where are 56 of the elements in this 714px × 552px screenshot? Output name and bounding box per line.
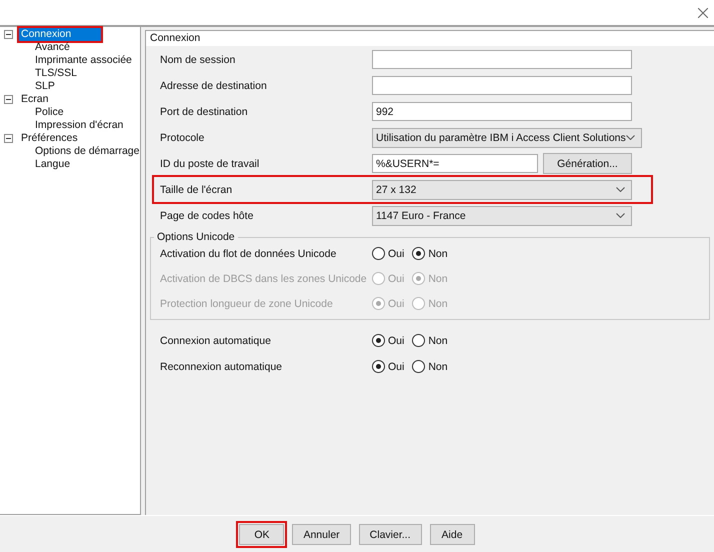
tree-item[interactable]: Connexion bbox=[17, 26, 104, 43]
collapse-icon[interactable] bbox=[4, 134, 13, 143]
field-label: Page de codes hôte bbox=[160, 210, 254, 222]
tree-item[interactable]: Imprimante associée bbox=[0, 54, 140, 67]
field-label: Activation de DBCS dans les zones Unicode bbox=[160, 272, 368, 284]
input-field[interactable] bbox=[372, 76, 632, 95]
field-label: Reconnexion automatique bbox=[160, 360, 284, 372]
collapse-icon[interactable] bbox=[4, 95, 13, 104]
chevron-icon bbox=[616, 213, 625, 218]
field-label: Connexion automatique bbox=[160, 334, 272, 346]
dialog-button[interactable]: Annuler bbox=[292, 524, 351, 545]
chevron-icon bbox=[616, 187, 625, 192]
tree-item[interactable]: Ecran bbox=[17, 91, 52, 108]
collapse-icon[interactable] bbox=[4, 30, 13, 39]
tree-item[interactable]: SLP bbox=[0, 80, 140, 93]
radio-label[interactable]: Oui bbox=[388, 248, 404, 260]
field-label: Adresse de destination bbox=[160, 80, 268, 92]
tree-item[interactable]: Police bbox=[0, 106, 140, 119]
group-title: Options Unicode bbox=[156, 231, 236, 243]
dropdown[interactable]: Utilisation du paramètre IBM i Access Client Solutions bbox=[372, 128, 642, 148]
radio-button[interactable] bbox=[372, 247, 385, 260]
dialog-button[interactable]: OK bbox=[239, 524, 284, 545]
field-label: Taille de l'écran bbox=[160, 184, 234, 196]
field-label: ID du poste de travail bbox=[160, 158, 260, 170]
field-label: Protection longueur de zone Unicode bbox=[160, 298, 334, 310]
input-field[interactable] bbox=[372, 50, 632, 69]
field-label: Protocole bbox=[160, 132, 206, 144]
generate-button[interactable]: Génération... bbox=[543, 153, 632, 174]
panel-title: Connexion bbox=[146, 31, 714, 46]
tree-item[interactable]: Avancé bbox=[0, 41, 140, 54]
tree-item[interactable]: Impression d'écran bbox=[0, 119, 140, 132]
field-label: Port de destination bbox=[160, 106, 249, 118]
radio-button[interactable] bbox=[372, 360, 385, 373]
dropdown[interactable]: 27 x 132 bbox=[372, 180, 632, 200]
field-label: Nom de session bbox=[160, 54, 236, 66]
field-label: Activation du flot de données Unicode bbox=[160, 248, 338, 260]
input-field[interactable]: 992 bbox=[372, 102, 632, 121]
tree-item[interactable]: Langue bbox=[0, 158, 140, 171]
radio-label[interactable]: Non bbox=[428, 360, 448, 372]
dialog-button[interactable]: Clavier... bbox=[358, 524, 422, 545]
radio-button[interactable] bbox=[412, 247, 426, 260]
radio-button[interactable] bbox=[412, 334, 426, 347]
dropdown[interactable]: 1147 Euro - France bbox=[372, 206, 632, 226]
chevron-icon bbox=[626, 135, 635, 140]
radio-button[interactable] bbox=[412, 360, 426, 373]
radio-label[interactable]: Oui bbox=[388, 334, 404, 346]
tree-item[interactable]: Préférences bbox=[17, 130, 82, 147]
radio-label[interactable]: Oui bbox=[388, 360, 404, 372]
dialog-button[interactable]: Aide bbox=[430, 524, 475, 545]
radio-label[interactable]: Non bbox=[428, 334, 448, 346]
input-field[interactable]: %&USERN*= bbox=[372, 154, 538, 173]
tree-item[interactable]: Options de démarrage bbox=[0, 145, 140, 158]
tree-item[interactable]: TLS/SSL bbox=[0, 67, 140, 80]
close-icon[interactable] bbox=[698, 8, 708, 18]
radio-button[interactable] bbox=[372, 334, 385, 347]
radio-label[interactable]: Non bbox=[428, 248, 448, 260]
